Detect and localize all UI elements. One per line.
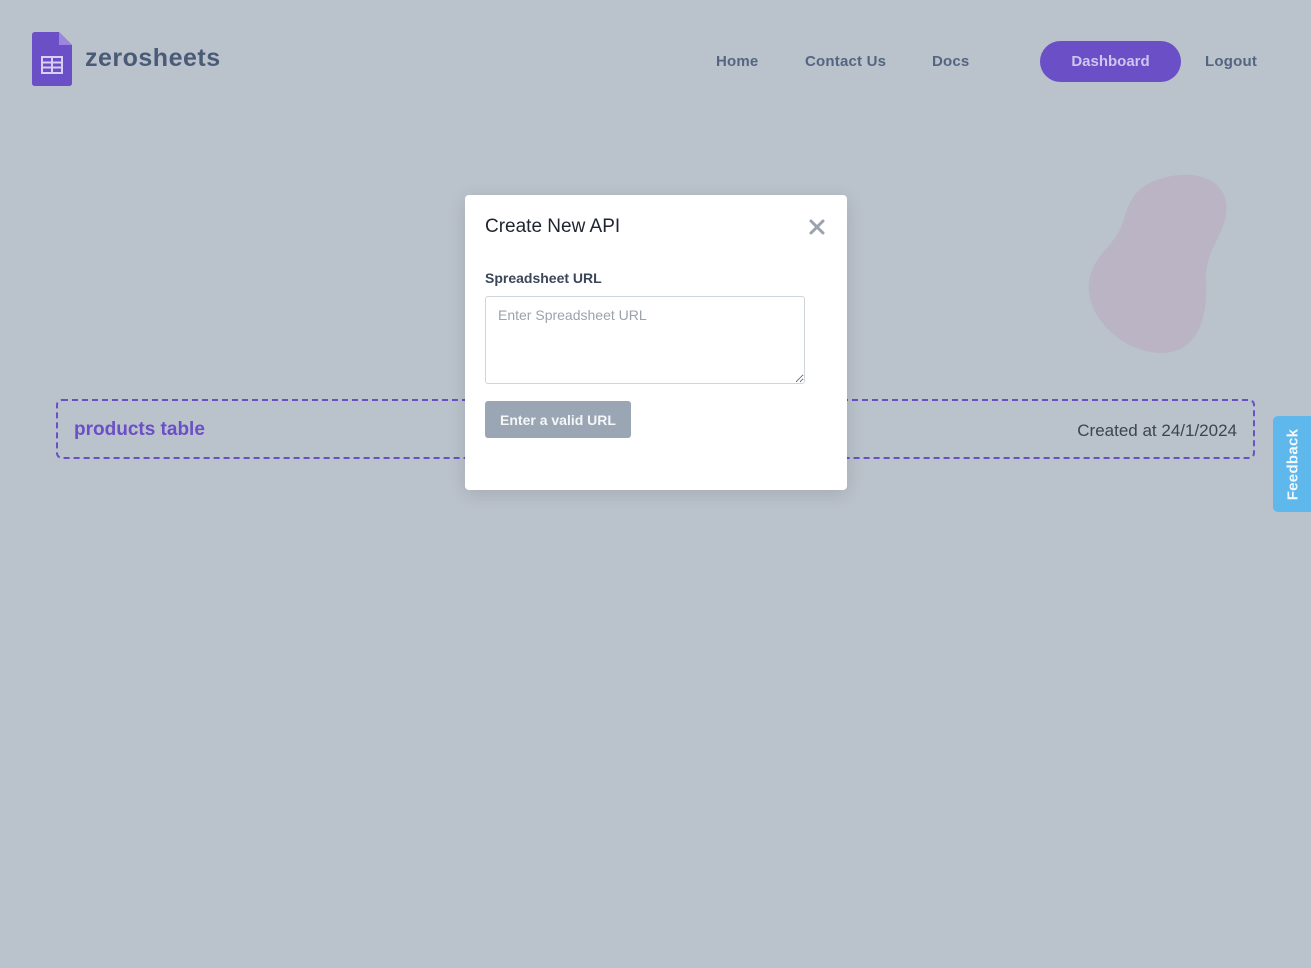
spreadsheet-file-icon (32, 32, 72, 86)
spreadsheet-url-label: Spreadsheet URL (485, 270, 602, 286)
feedback-label: Feedback (1284, 428, 1302, 500)
decorative-blob (1085, 172, 1235, 357)
nav-docs-link[interactable]: Docs (932, 53, 969, 70)
create-api-modal: Create New API Spreadsheet URL Enter a v… (465, 195, 847, 490)
spreadsheet-url-input[interactable] (485, 296, 805, 384)
submit-button[interactable]: Enter a valid URL (485, 401, 631, 438)
feedback-tab[interactable]: Feedback (1273, 416, 1311, 512)
brand-name[interactable]: zerosheets (85, 44, 221, 73)
dashboard-button[interactable]: Dashboard (1040, 41, 1181, 82)
api-name[interactable]: products table (74, 419, 205, 441)
logout-link[interactable]: Logout (1205, 53, 1257, 70)
logo[interactable] (32, 32, 72, 86)
modal-title: Create New API (485, 216, 621, 237)
close-icon[interactable] (807, 217, 827, 237)
api-created-date: Created at 24/1/2024 (1077, 421, 1237, 440)
nav-contact-link[interactable]: Contact Us (805, 53, 886, 70)
nav-home-link[interactable]: Home (716, 53, 758, 70)
